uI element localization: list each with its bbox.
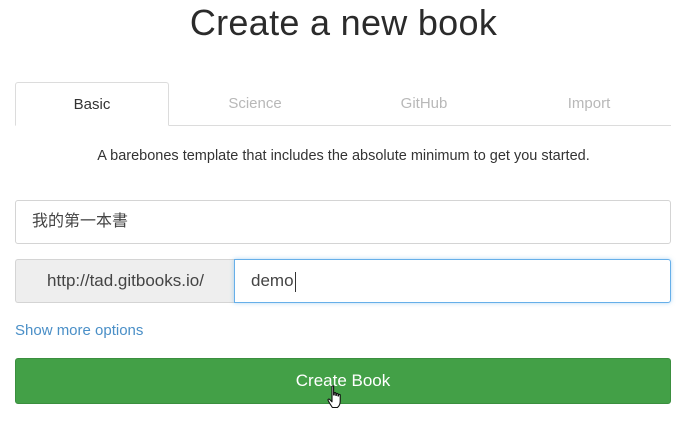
show-more-options-link[interactable]: Show more options	[15, 322, 143, 339]
tab-science[interactable]: Science	[169, 82, 341, 125]
tab-github[interactable]: GitHub	[341, 82, 507, 125]
url-prefix-addon: http://tad.gitbooks.io/	[15, 259, 235, 303]
url-slug-value: demo	[251, 271, 294, 290]
tab-basic[interactable]: Basic	[15, 82, 169, 126]
hand-pointer-icon	[327, 385, 341, 409]
template-description: A barebones template that includes the a…	[97, 148, 590, 164]
template-tabs: Basic Science GitHub Import	[15, 82, 671, 126]
tab-import[interactable]: Import	[507, 82, 671, 125]
book-title-value: 我的第一本書	[32, 213, 129, 230]
page-title: Create a new book	[189, 2, 498, 43]
url-slug-input[interactable]: demo	[234, 259, 671, 303]
text-caret	[294, 271, 296, 292]
book-title-input[interactable]: 我的第一本書	[15, 200, 671, 244]
